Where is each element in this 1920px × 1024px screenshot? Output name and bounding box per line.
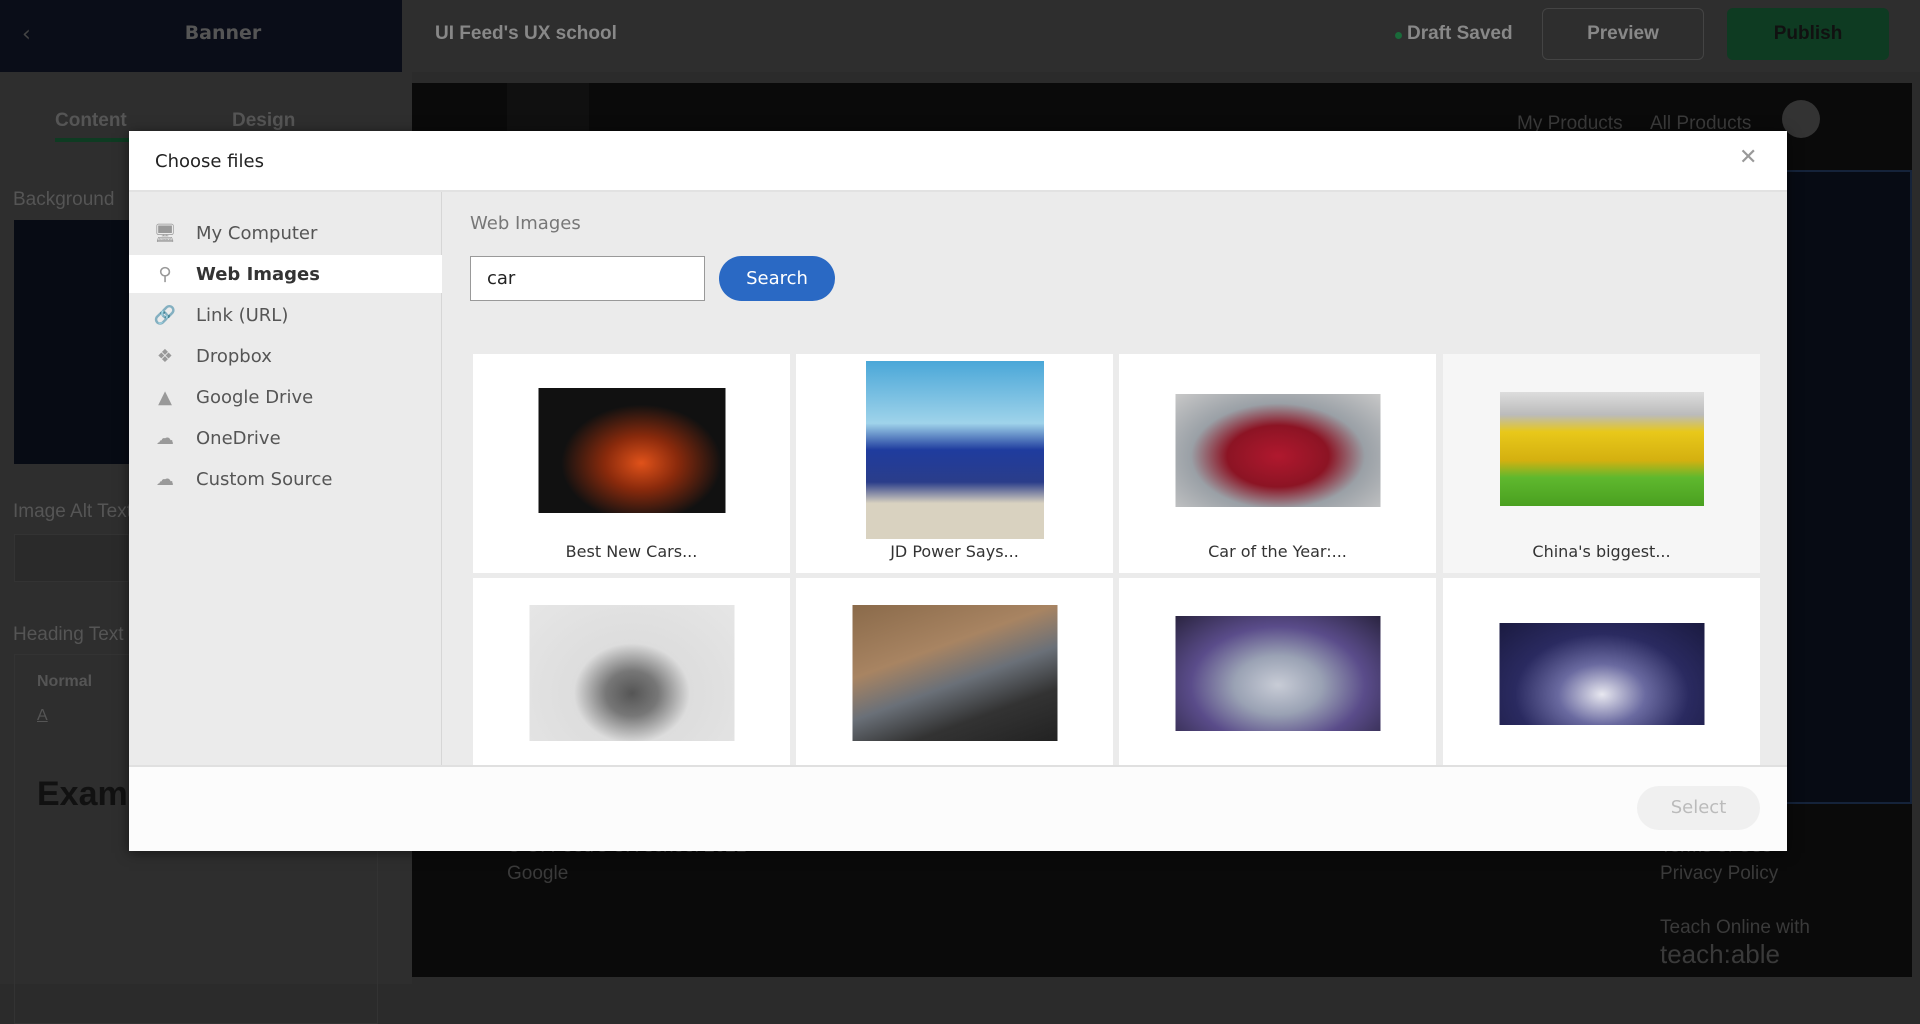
format-select[interactable]: Normal xyxy=(37,673,92,691)
active-tab-indicator xyxy=(55,138,135,142)
source-label: Custom Source xyxy=(196,468,333,490)
footer-teach: Teach Online with xyxy=(1660,917,1810,938)
onedrive-icon: ☁ xyxy=(156,427,174,449)
close-icon[interactable]: ✕ xyxy=(1739,145,1757,170)
section-header: ‹ Banner xyxy=(0,0,402,72)
result-thumbnail xyxy=(865,361,1044,539)
tab-content[interactable]: Content xyxy=(55,110,127,132)
result-caption: JD Power Says... xyxy=(890,542,1019,561)
dropbox-icon: ❖ xyxy=(156,345,174,367)
avatar[interactable] xyxy=(1782,100,1820,138)
result-caption: Car of the Year:... xyxy=(1208,542,1347,561)
image-result[interactable] xyxy=(1119,578,1436,765)
footer-google: Google xyxy=(507,863,569,884)
google-drive-icon: ▲ xyxy=(158,386,172,408)
teachable-logo: teach:able xyxy=(1660,939,1780,969)
source-google-drive[interactable]: ▲ Google Drive xyxy=(129,378,442,416)
link-icon: 🔗 xyxy=(153,304,177,326)
source-label: Google Drive xyxy=(196,386,314,408)
dialog-footer: Select xyxy=(129,765,1787,851)
background-preview[interactable] xyxy=(14,220,129,464)
source-label: Link (URL) xyxy=(196,304,289,326)
source-label: My Computer xyxy=(196,222,318,244)
alt-text-label: Image Alt Text xyxy=(13,501,132,522)
publish-button[interactable]: Publish xyxy=(1727,8,1889,60)
source-my-computer[interactable]: 🖥 My Computer xyxy=(129,214,442,252)
web-images-panel: Web Images Search Best New Cars... JD Po… xyxy=(442,192,1787,765)
image-result[interactable]: China's biggest... xyxy=(1443,354,1760,573)
alt-text-input[interactable] xyxy=(14,534,129,582)
result-thumbnail xyxy=(538,388,725,513)
image-result[interactable] xyxy=(796,578,1113,765)
draft-status-text: Draft Saved xyxy=(1407,23,1513,44)
heading-label: Heading Text xyxy=(13,624,124,645)
search-icon: ⚲ xyxy=(158,263,172,285)
draft-status: Draft Saved xyxy=(1395,23,1513,45)
source-list: 🖥 My Computer ⚲ Web Images 🔗 Link (URL) ❖ Dr… xyxy=(129,192,442,765)
source-web-images[interactable]: ⚲ Web Images xyxy=(129,255,442,293)
image-result[interactable]: JD Power Says... xyxy=(796,354,1113,573)
search-input[interactable] xyxy=(470,256,705,301)
dialog-title: Choose files xyxy=(155,151,264,172)
font-color-button[interactable]: A xyxy=(37,707,48,725)
result-thumbnail xyxy=(529,605,734,741)
source-custom[interactable]: ☁ Custom Source xyxy=(129,460,442,498)
result-thumbnail xyxy=(1499,392,1704,506)
image-result[interactable]: Best New Cars... xyxy=(473,354,790,573)
section-title: Banner xyxy=(184,22,262,44)
choose-files-dialog: Choose files ✕ 🖥 My Computer ⚲ Web Images … xyxy=(129,131,1787,851)
site-title: UI Feed's UX school xyxy=(435,23,617,44)
monitor-icon: 🖥 xyxy=(153,222,177,244)
image-result[interactable] xyxy=(1443,578,1760,765)
result-thumbnail xyxy=(852,605,1057,741)
source-label: OneDrive xyxy=(196,427,281,449)
image-result[interactable] xyxy=(473,578,790,765)
banner-preview xyxy=(1770,170,1912,804)
source-onedrive[interactable]: ☁ OneDrive xyxy=(129,419,442,457)
dialog-header: Choose files ✕ xyxy=(129,131,1787,192)
result-thumbnail xyxy=(1175,394,1380,507)
result-thumbnail xyxy=(1175,616,1380,731)
source-dropbox[interactable]: ❖ Dropbox xyxy=(129,337,442,375)
source-label: Web Images xyxy=(196,263,320,285)
result-thumbnail xyxy=(1499,623,1704,725)
panel-title: Web Images xyxy=(470,213,581,234)
source-link-url[interactable]: 🔗 Link (URL) xyxy=(129,296,442,334)
footer-privacy[interactable]: Privacy Policy xyxy=(1660,863,1778,885)
chevron-left-icon[interactable]: ‹ xyxy=(22,22,31,47)
tab-design[interactable]: Design xyxy=(232,110,295,132)
result-caption: China's biggest... xyxy=(1532,542,1671,561)
source-label: Dropbox xyxy=(196,345,272,367)
image-result[interactable]: Car of the Year:... xyxy=(1119,354,1436,573)
select-button[interactable]: Select xyxy=(1637,786,1760,830)
background-label: Background xyxy=(13,189,115,210)
cloud-icon: ☁ xyxy=(156,468,174,490)
search-button[interactable]: Search xyxy=(719,256,835,301)
preview-button[interactable]: Preview xyxy=(1542,8,1704,60)
result-caption: Best New Cars... xyxy=(565,542,698,561)
heading-example: Exam xyxy=(37,775,128,813)
